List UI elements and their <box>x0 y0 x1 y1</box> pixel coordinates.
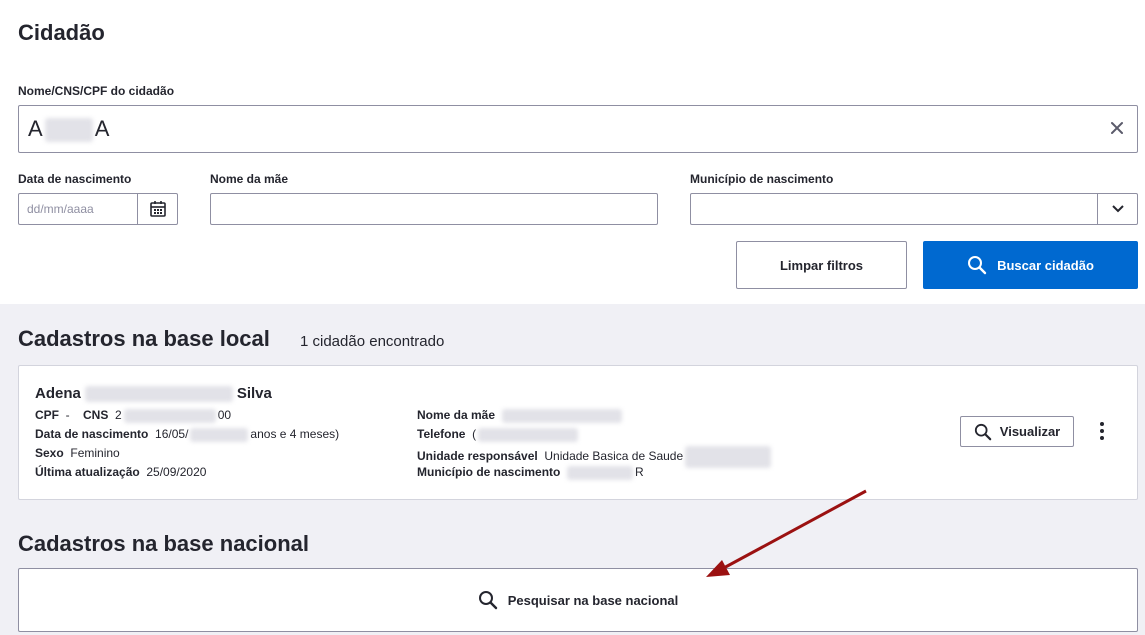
birthdate-placeholder: dd/mm/aaaa <box>27 202 94 216</box>
citizen-name: Adena Silva <box>35 385 272 403</box>
birthdate-label: Data de nascimento <box>18 172 132 186</box>
search-national-base-button[interactable]: Pesquisar na base nacional <box>18 568 1138 632</box>
search-icon <box>478 591 497 610</box>
national-section-title: Cadastros na base nacional <box>18 531 309 556</box>
view-citizen-label: Visualizar <box>999 424 1061 439</box>
search-input[interactable]: AA <box>18 105 1138 153</box>
search-icon <box>974 423 992 440</box>
search-icon <box>968 256 987 275</box>
mother-name-input[interactable] <box>210 193 658 225</box>
municipality-select[interactable] <box>690 193 1138 225</box>
citizen-sex: Sexo Feminino <box>35 446 120 460</box>
citizen-last-update: Última atualização 25/09/2020 <box>35 465 207 479</box>
search-citizen-label: Buscar cidadão <box>997 257 1094 273</box>
search-national-base-label: Pesquisar na base nacional <box>507 592 679 608</box>
search-input-value: AA <box>28 116 110 143</box>
citizen-mother-name: Nome da mãe <box>417 408 622 423</box>
view-citizen-button[interactable]: Visualizar <box>960 416 1074 447</box>
chevron-down-icon[interactable] <box>1097 194 1137 224</box>
close-icon[interactable] <box>1107 119 1127 139</box>
search-citizen-button[interactable]: Buscar cidadão <box>923 241 1138 289</box>
filter-panel: Cidadão Nome/CNS/CPF do cidadão AA Data … <box>0 0 1145 304</box>
local-section-title: Cadastros na base local <box>18 326 270 351</box>
citizen-birth-municipality: Município de nascimento R <box>417 465 644 480</box>
birthdate-field[interactable]: dd/mm/aaaa <box>18 193 178 225</box>
result-count: 1 cidadão encontrado <box>300 333 445 350</box>
search-label: Nome/CNS/CPF do cidadão <box>18 84 175 98</box>
citizen-cpf-cns: CPF - CNS 2 00 <box>35 408 232 423</box>
municipality-label: Município de nascimento <box>690 172 834 186</box>
clear-filters-button[interactable]: Limpar filtros <box>736 241 907 289</box>
citizen-phone: Telefone ( <box>417 427 579 442</box>
calendar-icon[interactable] <box>137 194 177 224</box>
citizen-birthdate: Data de nascimento 16/05/anos e 4 meses) <box>35 427 340 442</box>
more-options-icon[interactable] <box>1094 418 1110 444</box>
mother-name-label: Nome da mãe <box>210 172 289 186</box>
citizen-card[interactable]: Adena Silva CPF - CNS 2 00 Data de nascime… <box>18 365 1138 500</box>
page-title: Cidadão <box>18 20 105 45</box>
